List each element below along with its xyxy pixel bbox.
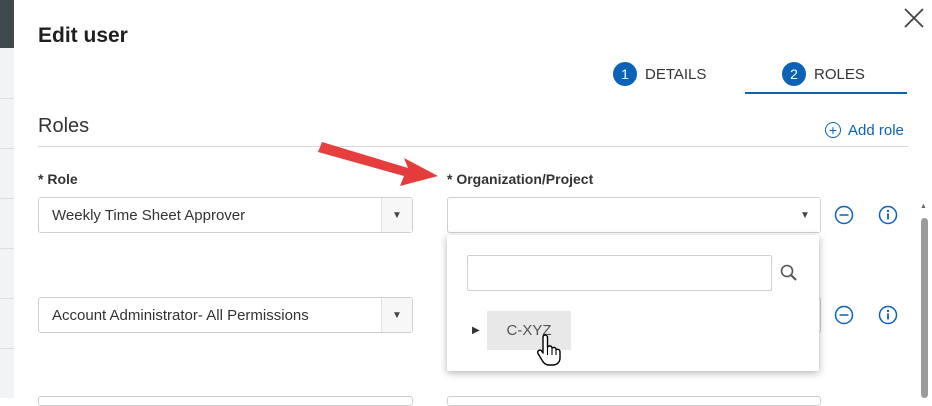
background-divider (0, 148, 14, 149)
caret-down-icon: ▼ (381, 298, 412, 332)
active-step-indicator (745, 92, 907, 94)
scroll-up-icon[interactable]: ▲ (920, 203, 927, 210)
background-divider (0, 198, 14, 199)
organization-search-input[interactable] (467, 255, 772, 291)
remove-role-icon[interactable] (834, 305, 854, 325)
hand-cursor-icon (536, 334, 561, 366)
organization-select[interactable]: ▼ (447, 197, 821, 233)
section-title: Roles (38, 115, 90, 137)
step-label: ROLES (814, 65, 865, 83)
step-details[interactable]: 1 DETAILS (613, 62, 706, 86)
background-divider (0, 248, 14, 249)
scrollbar-thumb[interactable] (921, 218, 928, 398)
step-roles[interactable]: 2 ROLES (782, 62, 865, 86)
add-role-label: Add role (848, 121, 904, 139)
expand-triangle-icon[interactable]: ▶ (472, 325, 480, 336)
step-number: 1 (613, 62, 637, 86)
step-number: 2 (782, 62, 806, 86)
background-divider (0, 298, 14, 299)
org-column-label: * Organization/Project (447, 171, 594, 187)
search-icon[interactable] (779, 263, 799, 283)
role-select[interactable]: Weekly Time Sheet Approver ▼ (38, 197, 413, 233)
background-app-header (0, 0, 14, 48)
organization-dropdown-panel: ▶ C-XYZ (447, 235, 819, 371)
step-label: DETAILS (645, 65, 707, 83)
info-icon[interactable] (878, 305, 898, 325)
add-role-button[interactable]: + Add role (825, 120, 904, 140)
background-divider (0, 348, 14, 349)
caret-down-icon: ▼ (381, 198, 412, 232)
caret-down-icon: ▼ (790, 198, 820, 232)
remove-role-icon[interactable] (834, 205, 854, 225)
dialog-title: Edit user (38, 24, 128, 47)
close-icon[interactable] (902, 6, 926, 30)
section-divider (38, 146, 908, 147)
info-icon[interactable] (878, 205, 898, 225)
background-divider (0, 98, 14, 99)
role-column-label: * Role (38, 171, 78, 187)
role-select-value: Weekly Time Sheet Approver (52, 206, 246, 224)
background-app-strip (0, 0, 14, 398)
role-select-value: Account Administrator- All Permissions (52, 306, 309, 324)
plus-circle-icon: + (825, 122, 841, 138)
edit-user-dialog: Edit user 1 DETAILS 2 ROLES Roles + Add … (14, 0, 932, 406)
role-select[interactable]: Account Administrator- All Permissions ▼ (38, 297, 413, 333)
